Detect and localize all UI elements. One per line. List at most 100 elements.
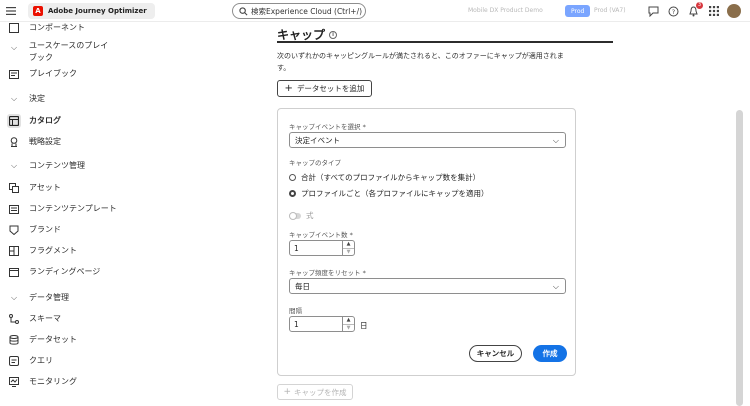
sidebar-item-monitoring[interactable]: モニタリング xyxy=(0,376,240,388)
sidebar-item-label: アセット xyxy=(29,183,61,192)
cap-type-total-radio[interactable]: 合計（すべてのプロファイルからキャップ数を集計） xyxy=(289,172,480,183)
sidebar-item-label: フラグメント xyxy=(29,246,77,255)
cap-count-stepper[interactable]: 1 ▲ ▼ xyxy=(289,240,355,256)
chevron-down-icon: ⌵ xyxy=(10,161,18,170)
hamburger-menu-icon[interactable] xyxy=(0,0,22,22)
stepper-arrows[interactable]: ▲ ▼ xyxy=(342,317,354,331)
chevron-down-icon: ⌵ xyxy=(10,293,18,302)
cancel-button[interactable]: キャンセル xyxy=(469,345,522,362)
interval-unit: 日 xyxy=(360,321,368,330)
create-button[interactable]: 作成 xyxy=(533,345,567,362)
plus-icon: + xyxy=(284,83,293,94)
add-dataset-button[interactable]: + データセットを追加 xyxy=(277,80,372,97)
sidebar-item-label: コンポーネント xyxy=(29,23,85,32)
required-mark: * xyxy=(362,123,366,131)
user-avatar[interactable] xyxy=(727,4,741,18)
apps-grid-icon[interactable] xyxy=(707,4,721,18)
reset-frequency-picker[interactable]: 毎日 ⌵ xyxy=(289,278,566,294)
sidebar-item-components[interactable]: コンポーネント xyxy=(0,22,240,34)
radio-unchecked-icon xyxy=(289,174,296,181)
notifications-icon[interactable]: 3 xyxy=(686,2,703,18)
sidebar-section-data-management[interactable]: ⌵ データ管理 xyxy=(0,292,240,304)
sidebar-item-catalog[interactable]: カタログ xyxy=(0,114,240,128)
cap-type-label: キャップのタイプ xyxy=(289,159,341,167)
toggle-switch xyxy=(289,211,301,220)
info-icon[interactable]: i xyxy=(329,30,338,39)
sidebar-item-strategy-setup[interactable]: 戦略設定 xyxy=(0,136,240,148)
sandbox-badge[interactable]: Prod xyxy=(565,5,591,17)
fragment-icon xyxy=(8,245,20,257)
decrement-icon[interactable]: ▼ xyxy=(343,247,354,256)
reset-frequency-value: 毎日 xyxy=(295,281,310,291)
landing-page-icon xyxy=(8,266,20,278)
reset-frequency-label-text: キャップ頻度をリセット xyxy=(289,269,361,277)
cap-event-picker[interactable]: 決定イベント ⌵ xyxy=(289,132,566,148)
sidebar-item-label: ブランド xyxy=(29,225,61,234)
sidebar-section-label: データ管理 xyxy=(29,293,69,302)
expression-toggle[interactable]: 式 xyxy=(289,210,314,221)
help-icon[interactable]: ? xyxy=(666,4,680,18)
sidebar-item-label: クエリ xyxy=(29,356,53,365)
sidebar-item-content-templates[interactable]: コンテンツテンプレート xyxy=(0,203,240,215)
cap-event-value: 決定イベント xyxy=(295,135,340,145)
cap-type-per-profile-radio[interactable]: プロファイルごと（各プロファイルにキャップを適用） xyxy=(289,188,489,199)
interval-stepper[interactable]: 1 ▲ ▼ xyxy=(289,316,355,332)
cap-count-label-text: キャップイベント数 xyxy=(289,231,348,239)
schema-icon xyxy=(8,313,20,325)
sidebar-item-schemas[interactable]: スキーマ xyxy=(0,313,240,325)
main-scrollbar[interactable] xyxy=(736,110,743,406)
sidebar-section-label: ユースケースのプレイ ブック xyxy=(29,41,109,62)
search-input[interactable]: 検索Experience Cloud (Ctrl+/) xyxy=(232,3,366,19)
app-switcher[interactable]: A Adobe Journey Optimizer xyxy=(28,2,155,19)
interval-label: 間隔 xyxy=(289,307,302,315)
required-mark: * xyxy=(362,269,366,277)
sidebar-item-label: プレイブック xyxy=(29,69,77,78)
sidebar-item-playbooks[interactable]: プレイブック xyxy=(0,68,240,80)
assets-icon xyxy=(8,182,20,194)
sidebar-section-label: コンテンツ管理 xyxy=(29,161,85,170)
sidebar-section-decisioning[interactable]: ⌵ 決定 xyxy=(0,93,240,105)
search-placeholder: 検索Experience Cloud (Ctrl+/) xyxy=(251,6,363,16)
sidebar-item-label: スキーマ xyxy=(29,314,61,323)
cap-count-value: 1 xyxy=(294,243,299,253)
query-icon xyxy=(8,355,20,367)
decrement-icon[interactable]: ▼ xyxy=(343,323,354,332)
add-dataset-label: データセットを追加 xyxy=(296,84,365,93)
app-title: Adobe Journey Optimizer xyxy=(48,6,147,15)
radio-checked-icon xyxy=(289,190,296,197)
dataset-icon xyxy=(8,334,20,346)
strategy-icon xyxy=(8,136,20,148)
sidebar-item-fragments[interactable]: フラグメント xyxy=(0,245,240,257)
sidebar-item-brands[interactable]: ブランド xyxy=(0,224,240,236)
sidebar: コンポーネント ⌵ ユースケースのプレイ ブック プレイブック ⌵ 決定 カタロ… xyxy=(0,22,240,406)
template-icon xyxy=(8,203,20,215)
monitoring-icon xyxy=(8,376,20,388)
chevron-down-icon: ⌵ xyxy=(552,136,559,145)
sidebar-item-queries[interactable]: クエリ xyxy=(0,355,240,367)
create-cap-button[interactable]: + キャップを作成 xyxy=(277,384,353,400)
sandbox-name[interactable]: Prod (VA7) xyxy=(594,7,626,14)
feedback-icon[interactable] xyxy=(646,4,660,18)
radio-per-profile-label: プロファイルごと（各プロファイルにキャップを適用） xyxy=(301,189,489,198)
sidebar-item-assets[interactable]: アセット xyxy=(0,182,240,194)
sidebar-item-datasets[interactable]: データセット xyxy=(0,334,240,346)
chevron-down-icon: ⌵ xyxy=(10,94,18,103)
chevron-down-icon: ⌵ xyxy=(10,43,18,52)
sidebar-section-usecase-playbooks[interactable]: ⌵ ユースケースのプレイ ブック xyxy=(0,40,240,64)
stepper-arrows[interactable]: ▲ ▼ xyxy=(342,241,354,255)
cap-form-card: キャップイベントを選択 * 決定イベント ⌵ キャップのタイプ 合計（すべてのプ… xyxy=(277,108,576,376)
svg-text:?: ? xyxy=(671,8,674,16)
brand-icon xyxy=(8,224,20,236)
sidebar-section-content-management[interactable]: ⌵ コンテンツ管理 xyxy=(0,160,240,172)
cap-event-label: キャップイベントを選択 * xyxy=(289,121,366,131)
sidebar-item-landing-pages[interactable]: ランディングページ xyxy=(0,266,240,278)
chevron-down-icon: ⌵ xyxy=(552,282,559,291)
org-name[interactable]: Mobile DX Product Demo xyxy=(468,7,543,14)
sidebar-item-label: モニタリング xyxy=(29,377,77,386)
interval-value: 1 xyxy=(294,319,299,329)
expression-toggle-label: 式 xyxy=(306,211,314,220)
main-content: キャップ i 次のいずれかのキャッピングルールが満たされると、このオファーにキャ… xyxy=(240,22,750,406)
top-bar: A Adobe Journey Optimizer 検索Experience C… xyxy=(0,0,750,22)
cap-description: 次のいずれかのキャッピングルールが満たされると、このオファーにキャップが適用され… xyxy=(277,52,564,72)
playbook-icon xyxy=(8,68,20,80)
